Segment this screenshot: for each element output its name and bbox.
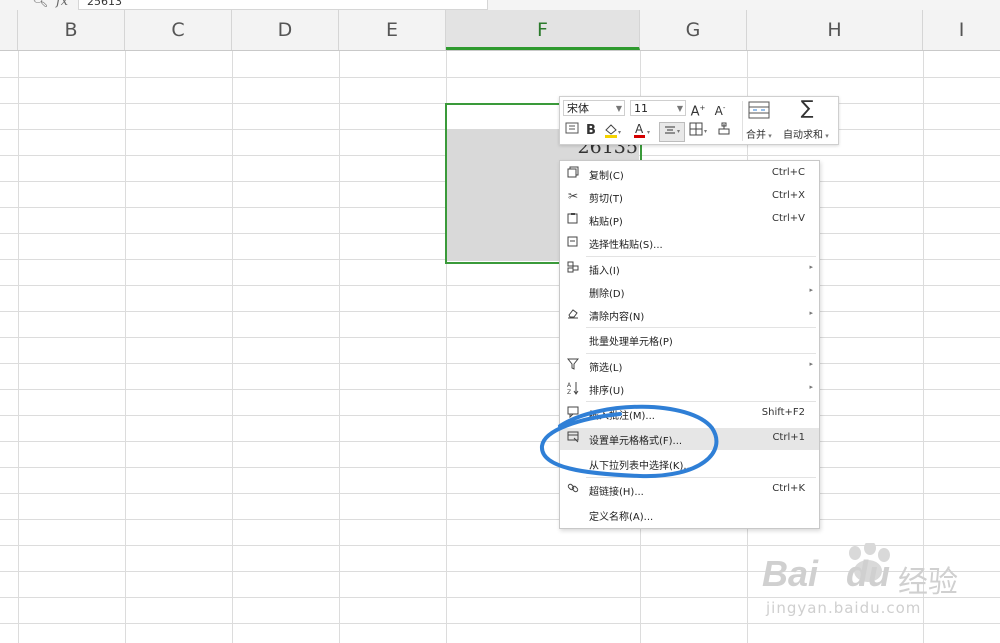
font-family-select[interactable]: 宋体 ▼ bbox=[563, 100, 625, 116]
watermark-bai: Bai bbox=[762, 553, 819, 594]
svg-text:A: A bbox=[567, 382, 572, 389]
format-cells-icon bbox=[566, 431, 580, 445]
font-size-select[interactable]: 11 ▼ bbox=[630, 100, 686, 116]
filter-icon bbox=[566, 358, 580, 372]
formula-input[interactable]: 25613 bbox=[78, 0, 488, 10]
menu-item-clear-contents[interactable]: 清除内容(N) ▸ bbox=[560, 304, 819, 326]
font-family-value: 宋体 bbox=[567, 102, 589, 115]
borders-icon[interactable]: ▾ bbox=[687, 122, 711, 140]
fill-color-icon[interactable]: ▾ bbox=[602, 122, 624, 140]
chevron-down-icon: ▼ bbox=[615, 104, 622, 113]
menu-item-insert[interactable]: 插入(I) ▸ bbox=[560, 258, 819, 280]
watermark-url: jingyan.baidu.com bbox=[766, 599, 922, 617]
svg-text:▾: ▾ bbox=[704, 128, 707, 135]
merge-cells-icon[interactable] bbox=[748, 101, 770, 121]
column-header-h[interactable]: H bbox=[747, 10, 923, 50]
scissors-icon: ✂ bbox=[567, 189, 579, 203]
link-icon bbox=[566, 482, 580, 496]
sort-icon: AZ bbox=[566, 381, 580, 396]
copy-icon bbox=[566, 166, 580, 180]
watermark-jingyan: 经验 bbox=[898, 565, 958, 600]
paste-special-icon bbox=[566, 235, 580, 249]
column-header-a[interactable] bbox=[0, 10, 18, 50]
bold-button[interactable]: B bbox=[584, 122, 598, 140]
context-menu: 复制(C) Ctrl+C ✂ 剪切(T) Ctrl+X 粘贴(P) Ctrl+V… bbox=[559, 160, 820, 529]
menu-item-define-name[interactable]: 定义名称(A)... bbox=[560, 504, 819, 526]
insert-icon bbox=[566, 261, 580, 275]
sigma-icon[interactable]: ∑ bbox=[797, 99, 817, 118]
column-header-c[interactable]: C bbox=[125, 10, 232, 50]
menu-item-sort[interactable]: AZ 排序(U) ▸ bbox=[560, 378, 819, 400]
svg-text:▾: ▾ bbox=[618, 129, 621, 136]
column-header-i[interactable]: I bbox=[923, 10, 1000, 50]
menu-item-hyperlink[interactable]: 超链接(H)... Ctrl+K bbox=[560, 479, 819, 501]
column-header-f[interactable]: F bbox=[446, 10, 640, 50]
zoom-icon[interactable]: 🔍︎ bbox=[32, 0, 49, 9]
menu-separator bbox=[586, 477, 816, 478]
menu-item-paste-special[interactable]: 选择性粘贴(S)... bbox=[560, 232, 819, 254]
menu-item-cut[interactable]: ✂ 剪切(T) Ctrl+X bbox=[560, 186, 819, 208]
mini-toolbar: 宋体 ▼ 11 ▼ A+ A- B ▾ A ▾ ▾ ▾ 合并 ▾ ∑ 自动求和 ▾ bbox=[559, 96, 839, 145]
font-size-value: 11 bbox=[634, 102, 648, 115]
format-painter-icon[interactable] bbox=[715, 122, 733, 140]
menu-separator bbox=[586, 401, 816, 402]
merge-label: 合并 bbox=[746, 130, 766, 141]
autosum-button[interactable]: 自动求和 ▾ bbox=[783, 126, 829, 141]
menu-separator bbox=[586, 353, 816, 354]
svg-text:A: A bbox=[635, 122, 644, 136]
menu-item-format-cells[interactable]: 设置单元格格式(F)... Ctrl+1 bbox=[560, 428, 819, 450]
align-center-icon[interactable]: ▾ bbox=[659, 122, 685, 142]
menu-item-pick-from-list[interactable]: 从下拉列表中选择(K)... bbox=[560, 453, 819, 475]
column-header-b[interactable]: B bbox=[18, 10, 125, 50]
menu-item-batch-process[interactable]: 批量处理单元格(P) bbox=[560, 329, 819, 351]
toolbar-divider bbox=[742, 101, 743, 141]
column-header-d[interactable]: D bbox=[232, 10, 339, 50]
svg-text:▾: ▾ bbox=[647, 129, 650, 136]
svg-text:▾: ▾ bbox=[677, 128, 680, 135]
column-header-e[interactable]: E bbox=[339, 10, 446, 50]
menu-separator bbox=[586, 327, 816, 328]
baidu-watermark: Bai du 经验 jingyan.baidu.com bbox=[760, 543, 1000, 643]
increase-font-icon[interactable]: A+ bbox=[690, 99, 706, 119]
wrap-text-icon[interactable] bbox=[564, 122, 580, 140]
column-header-row: B C D E F G H I bbox=[0, 10, 1000, 51]
column-header-g[interactable]: G bbox=[640, 10, 747, 50]
submenu-arrow-icon: ▸ bbox=[809, 286, 813, 294]
menu-item-paste[interactable]: 粘贴(P) Ctrl+V bbox=[560, 209, 819, 231]
fx-icon[interactable]: fx bbox=[56, 0, 68, 9]
menu-separator bbox=[586, 256, 816, 257]
svg-text:Z: Z bbox=[567, 389, 571, 395]
menu-item-delete[interactable]: 删除(D) ▸ bbox=[560, 281, 819, 303]
submenu-arrow-icon: ▸ bbox=[809, 360, 813, 368]
menu-item-copy[interactable]: 复制(C) Ctrl+C bbox=[560, 163, 819, 185]
submenu-arrow-icon: ▸ bbox=[809, 263, 813, 271]
watermark-du: du bbox=[846, 553, 891, 594]
merge-button[interactable]: 合并 ▾ bbox=[746, 126, 772, 141]
menu-item-insert-comment[interactable]: 插入批注(M)... Shift+F2 bbox=[560, 403, 819, 425]
comment-icon bbox=[566, 406, 580, 420]
font-color-icon[interactable]: A ▾ bbox=[632, 122, 654, 140]
paste-icon bbox=[566, 212, 580, 226]
chevron-down-icon: ▼ bbox=[676, 104, 683, 113]
menu-item-filter[interactable]: 筛选(L) ▸ bbox=[560, 355, 819, 377]
eraser-icon bbox=[566, 307, 580, 321]
decrease-font-icon[interactable]: A- bbox=[712, 99, 728, 118]
autosum-label: 自动求和 bbox=[783, 130, 823, 141]
submenu-arrow-icon: ▸ bbox=[809, 383, 813, 391]
submenu-arrow-icon: ▸ bbox=[809, 309, 813, 317]
